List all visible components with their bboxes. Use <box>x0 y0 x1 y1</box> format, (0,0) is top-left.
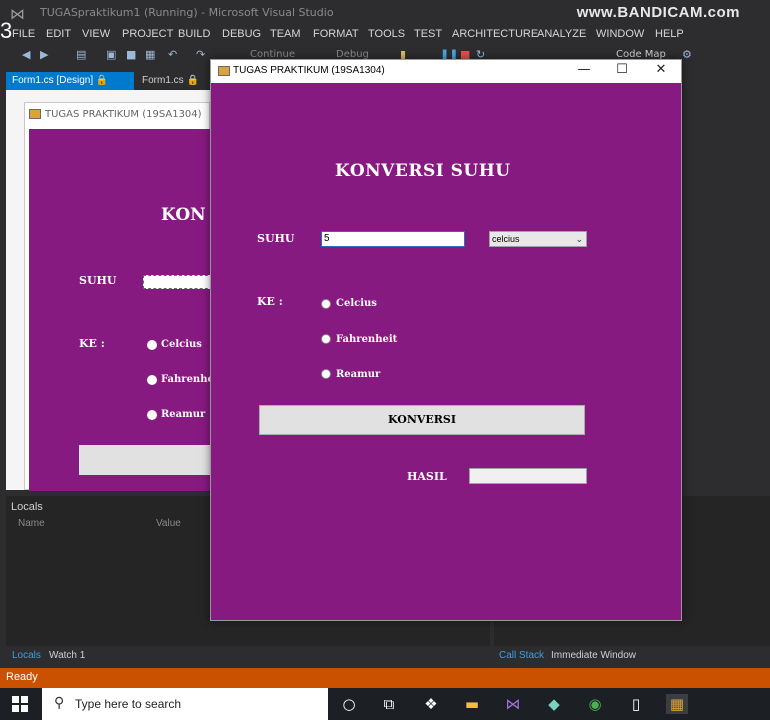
radio-reamur[interactable] <box>321 369 331 379</box>
menu-debug[interactable]: DEBUG <box>222 28 261 40</box>
menu-view[interactable]: VIEW <box>82 28 110 40</box>
hasil-label: HASIL <box>407 470 447 483</box>
new-project-icon[interactable]: ▤ <box>76 48 86 61</box>
open-icon[interactable]: ▣ <box>106 48 116 61</box>
menu-test[interactable]: TEST <box>414 28 442 40</box>
radio-celcius[interactable] <box>321 299 331 309</box>
menu-format[interactable]: FORMAT <box>313 28 359 40</box>
menu-analyze[interactable]: ANALYZE <box>537 28 586 40</box>
ke-label: KE : <box>257 295 283 308</box>
menu-team[interactable]: TEAM <box>270 28 301 40</box>
designer-heading: KON <box>161 205 206 225</box>
menu-window[interactable]: WINDOW <box>596 28 644 40</box>
settings-icon[interactable]: ⚙ <box>682 48 692 61</box>
designer-radio-reamur-label: Reamur <box>161 409 206 420</box>
taskbar-search-placeholder: Type here to search <box>75 697 182 711</box>
close-icon[interactable]: ✕ <box>651 62 671 77</box>
menu-edit[interactable]: EDIT <box>46 28 71 40</box>
search-icon: ⚲ <box>54 695 65 711</box>
menu-architecture[interactable]: ARCHITECTURE <box>452 28 538 40</box>
designer-form-title: TUGAS PRAKTIKUM (19SA1304) <box>45 109 202 120</box>
radio-celcius-label[interactable]: Celcius <box>336 298 377 309</box>
form-designer-surface: TUGAS PRAKTIKUM (19SA1304) KON SUHU KE :… <box>6 90 214 491</box>
radio-fahrenheit-label[interactable]: Fahrenheit <box>336 334 397 345</box>
menu-help[interactable]: HELP <box>655 28 684 40</box>
designer-suhu-label: SUHU <box>79 274 117 287</box>
save-icon[interactable]: ■ <box>126 48 136 61</box>
designer-radio-fahrenheit[interactable] <box>147 375 157 385</box>
undo-icon[interactable]: ↶ <box>168 48 177 61</box>
vs-title-bar: ⋈ TUGASpraktikum1 (Running) - Microsoft … <box>0 0 770 26</box>
redo-icon[interactable]: ↷ <box>196 48 205 61</box>
app-taskbar-icon[interactable]: ◆ <box>543 694 565 714</box>
menu-project[interactable]: PROJECT <box>122 28 173 40</box>
taskbar-search-box[interactable]: ⚲ Type here to search <box>42 688 328 720</box>
konversi-button[interactable]: KONVERSI <box>259 405 585 435</box>
app-title-bar[interactable]: TUGAS PRAKTIKUM (19SA1304) — ☐ ✕ <box>211 60 681 82</box>
form-app-icon <box>218 66 230 76</box>
locals-column-value[interactable]: Value <box>156 518 181 529</box>
windows-taskbar: ⚲ Type here to search ○ ⧉ ❖ ▬ ⋈ ◆ ◉ ▯ ▦ <box>0 688 770 720</box>
running-app-window[interactable]: TUGAS PRAKTIKUM (19SA1304) — ☐ ✕ KONVERS… <box>210 59 682 621</box>
file-explorer-icon[interactable]: ▬ <box>461 694 483 714</box>
app-form-client: KONVERSI SUHU SUHU 5 celcius ⌄ KE : Celc… <box>211 83 681 620</box>
lock-icon: 🔒 <box>186 75 199 86</box>
designer-ke-label: KE : <box>79 337 105 350</box>
chrome-icon[interactable]: ◉ <box>584 694 606 714</box>
save-all-icon[interactable]: ▦ <box>145 48 155 61</box>
konversi-button-label: KONVERSI <box>387 413 457 426</box>
designer-radio-fahrenheit-label: Fahrenhe <box>161 374 214 385</box>
bottom-tool-tabs: Locals Watch 1 Call Stack Immediate Wind… <box>0 648 770 666</box>
menu-tools[interactable]: TOOLS <box>368 28 405 40</box>
status-bar: Ready <box>0 668 770 688</box>
bandicam-watermark: www.BANDICAM.com <box>576 4 740 21</box>
suhu-label: SUHU <box>257 232 295 245</box>
designer-radio-reamur[interactable] <box>147 410 157 420</box>
locals-column-name[interactable]: Name <box>18 518 45 529</box>
menu-file[interactable]: FILE <box>12 28 35 40</box>
tab-immediate-window[interactable]: Immediate Window <box>551 650 636 661</box>
unit-select[interactable]: celcius ⌄ <box>489 231 587 247</box>
dropbox-icon[interactable]: ❖ <box>420 694 442 714</box>
app-window-title: TUGAS PRAKTIKUM (19SA1304) <box>233 65 385 76</box>
forward-icon[interactable]: ▶ <box>40 48 48 61</box>
chevron-down-icon: ⌄ <box>575 234 583 244</box>
page-title: KONVERSI SUHU <box>335 161 511 181</box>
designer-radio-celcius[interactable] <box>147 340 157 350</box>
radio-fahrenheit[interactable] <box>321 334 331 344</box>
tab-form1-design-label: Form1.cs [Design] <box>12 75 94 86</box>
running-form-taskbar-icon[interactable]: ▦ <box>666 694 688 714</box>
designer-form-client: KON SUHU KE : Celcius Fahrenhe Reamur <box>29 129 214 491</box>
vs-window-title: TUGASpraktikum1 (Running) - Microsoft Vi… <box>40 6 334 19</box>
status-text: Ready <box>6 671 38 683</box>
lock-icon: 🔒 <box>95 75 109 86</box>
form-app-icon <box>29 109 41 119</box>
tab-watch1[interactable]: Watch 1 <box>49 650 85 661</box>
tab-form1-code-label: Form1.cs <box>142 75 184 86</box>
locals-title: Locals <box>11 501 43 513</box>
designer-radio-celcius-label: Celcius <box>161 339 202 350</box>
back-icon[interactable]: ◀ <box>22 48 30 61</box>
tab-form1-design[interactable]: Form1.cs [Design] 🔒 <box>6 72 134 90</box>
designer-suhu-textbox[interactable] <box>143 275 213 289</box>
visual-studio-taskbar-icon[interactable]: ⋈ <box>502 694 524 714</box>
designer-form-preview[interactable]: TUGAS PRAKTIKUM (19SA1304) KON SUHU KE :… <box>24 102 214 491</box>
designer-konversi-button[interactable] <box>79 445 211 475</box>
tab-form1-code[interactable]: Form1.cs 🔒 <box>136 72 206 90</box>
suhu-input[interactable]: 5 <box>321 231 465 247</box>
tab-locals[interactable]: Locals <box>12 650 41 661</box>
radio-reamur-label[interactable]: Reamur <box>336 369 380 380</box>
hasil-output[interactable] <box>469 468 587 484</box>
minimize-icon[interactable]: — <box>574 62 594 77</box>
task-view-icon[interactable]: ⧉ <box>378 694 400 714</box>
unit-select-value: celcius <box>492 234 520 244</box>
vs-menu-bar: FILE EDIT VIEW PROJECT BUILD DEBUG TEAM … <box>0 26 770 46</box>
menu-build[interactable]: BUILD <box>178 28 210 40</box>
document-icon[interactable]: ▯ <box>625 694 647 714</box>
tab-call-stack[interactable]: Call Stack <box>499 650 544 661</box>
visual-studio-logo-icon: ⋈ <box>10 5 25 23</box>
maximize-icon[interactable]: ☐ <box>612 62 632 77</box>
windows-start-icon[interactable] <box>12 696 28 712</box>
cortana-icon[interactable]: ○ <box>338 694 360 714</box>
